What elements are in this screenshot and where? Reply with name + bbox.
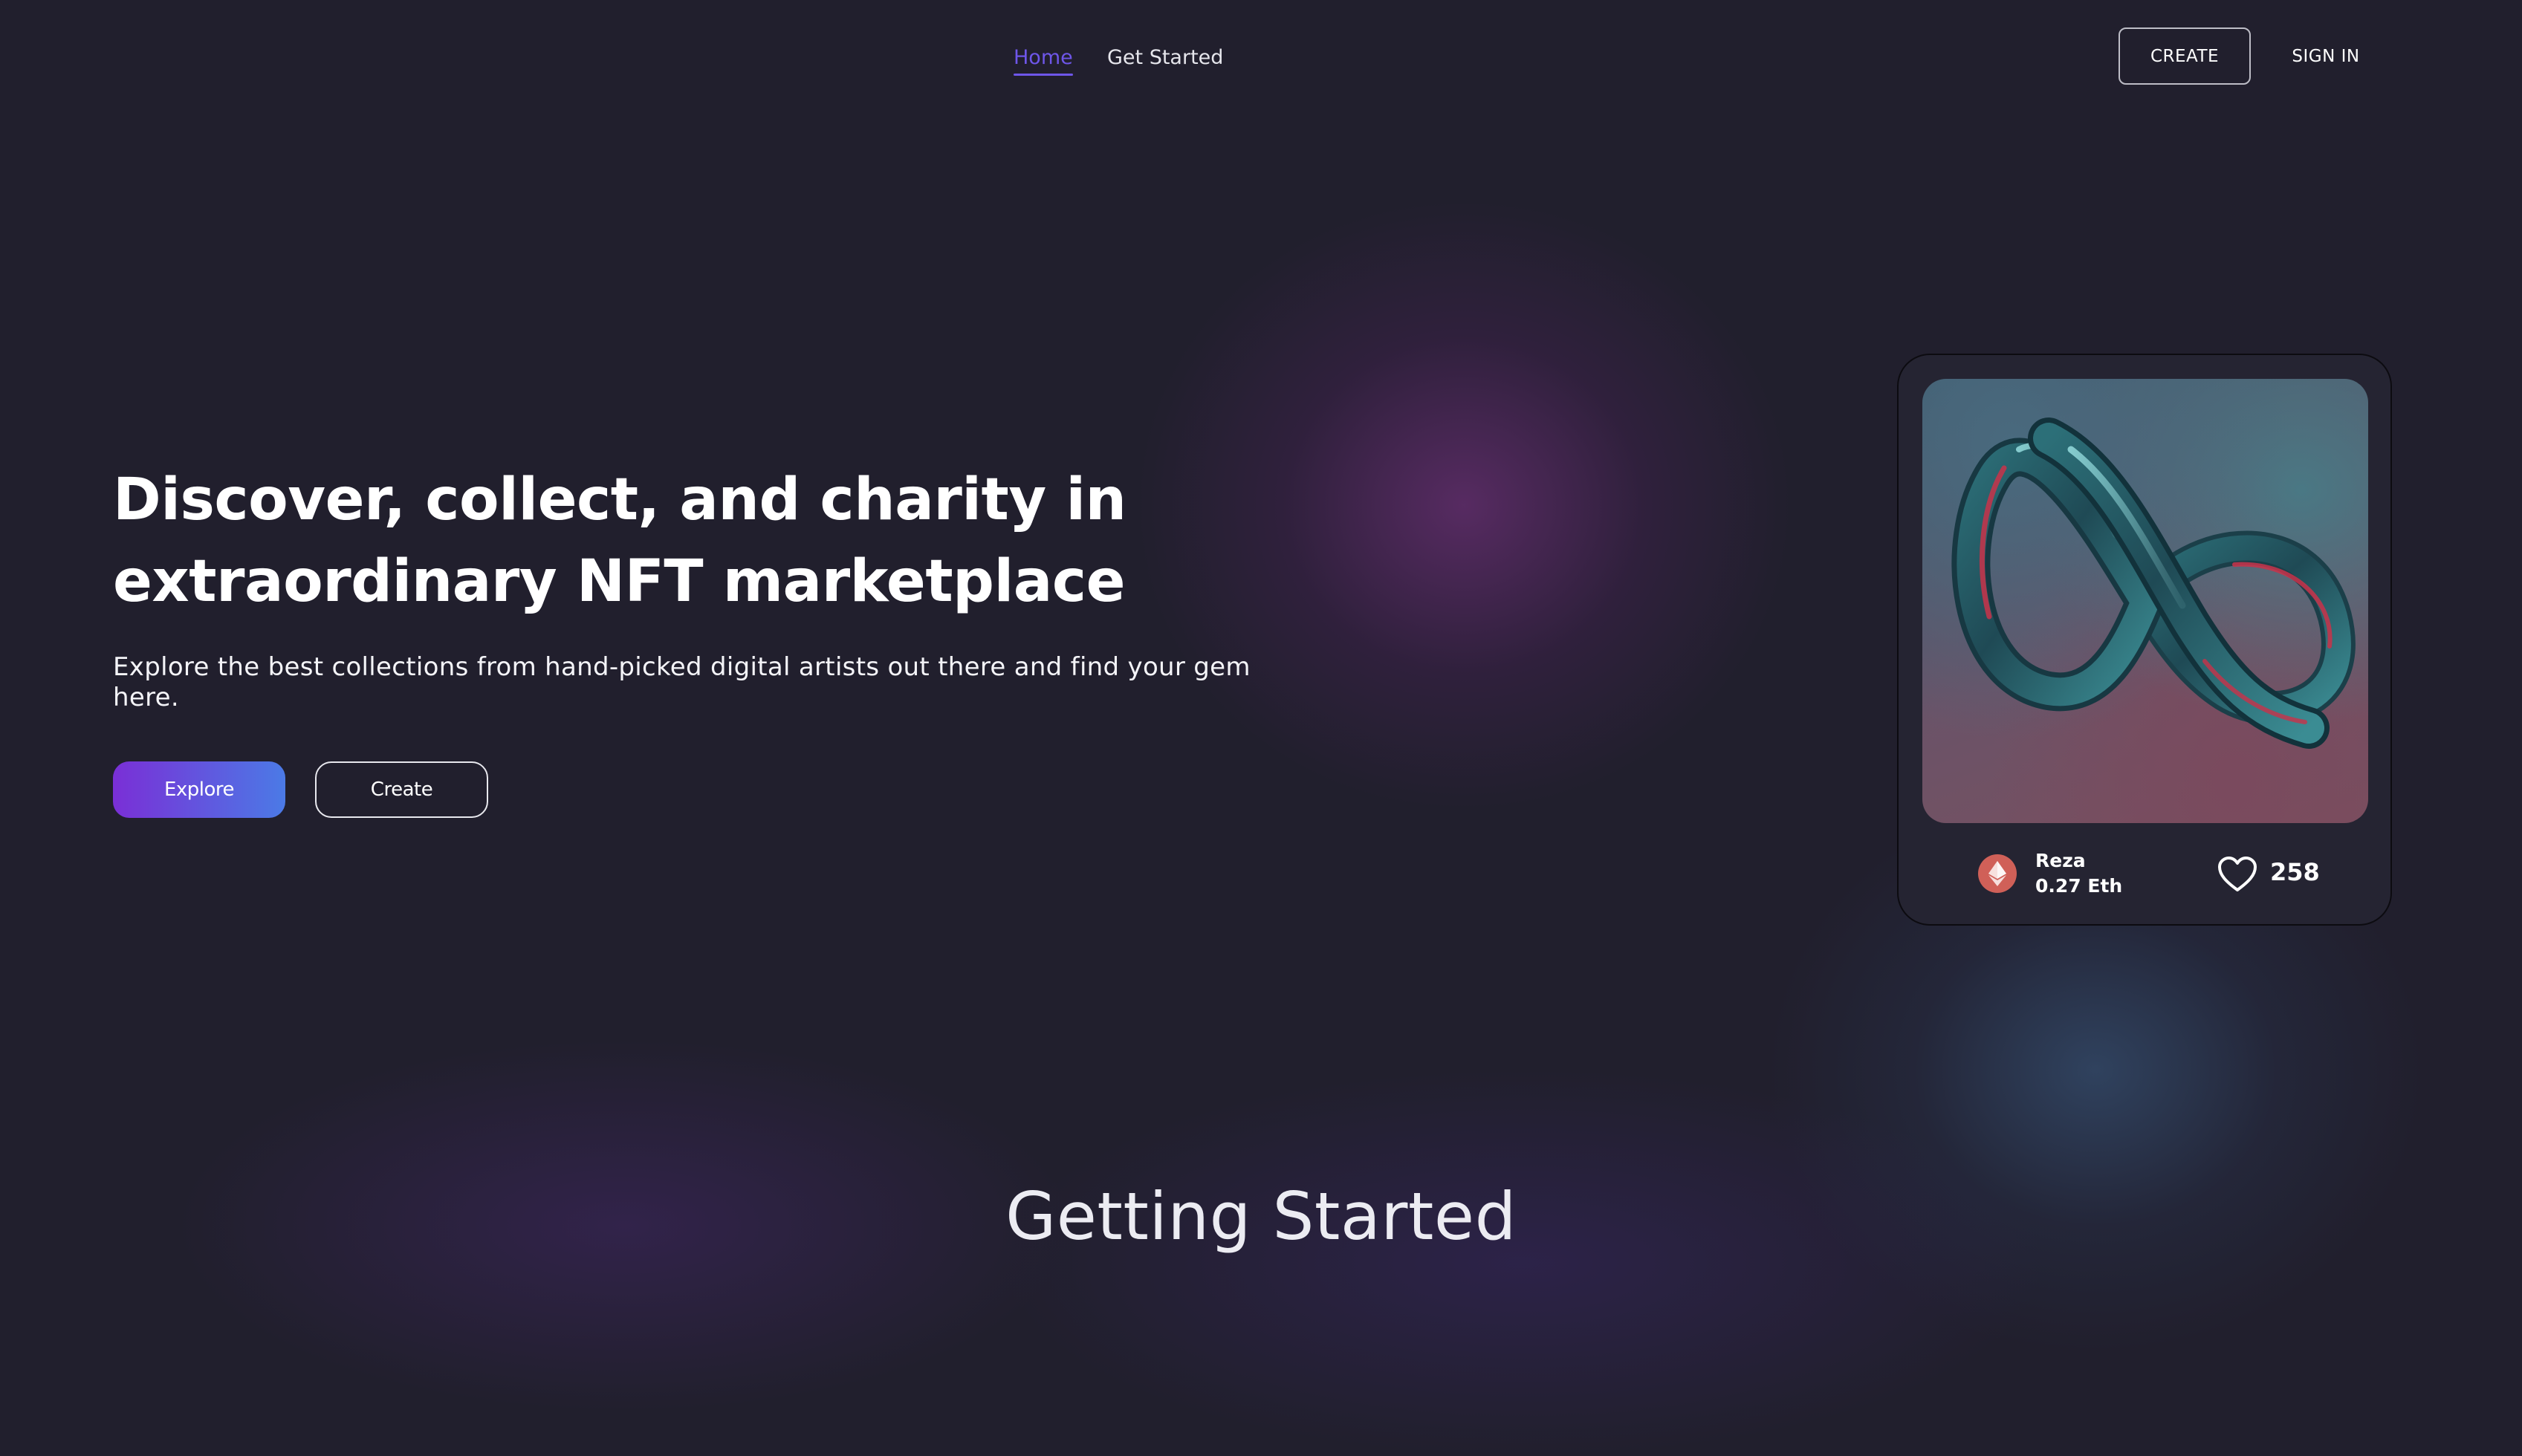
ethereum-icon xyxy=(1978,854,2017,893)
section-title: Getting Started xyxy=(1005,1178,1517,1255)
violet-glow xyxy=(1003,1070,2043,1456)
heart-icon[interactable] xyxy=(2217,856,2257,893)
hero-title-line: extraordinary NFT marketplace xyxy=(113,548,1125,615)
hero-subtitle: Explore the best collections from hand-p… xyxy=(113,652,1251,712)
sign-in-button[interactable]: SIGN IN xyxy=(2275,27,2376,85)
nft-card[interactable]: Reza 0.27 Eth 258 xyxy=(1897,354,2392,926)
create-hero-button[interactable]: Create xyxy=(315,761,488,818)
nav-link-home[interactable]: Home xyxy=(1014,43,1073,76)
purple-glow xyxy=(1137,201,1791,810)
hero-title: Discover, collect, and charity in extrao… xyxy=(113,459,1213,623)
nft-artwork-image[interactable] xyxy=(1922,379,2368,823)
hero-title-line: Discover, collect, and charity in xyxy=(113,467,1127,533)
explore-button[interactable]: Explore xyxy=(113,761,285,818)
like-count: 258 xyxy=(2270,858,2320,886)
infinity-loop-icon xyxy=(1951,417,2356,749)
nft-price: 0.27 Eth xyxy=(2035,875,2123,897)
create-button[interactable]: CREATE xyxy=(2119,27,2251,85)
owner-name: Reza xyxy=(2035,850,2086,871)
nav-link-get-started[interactable]: Get Started xyxy=(1107,43,1223,73)
